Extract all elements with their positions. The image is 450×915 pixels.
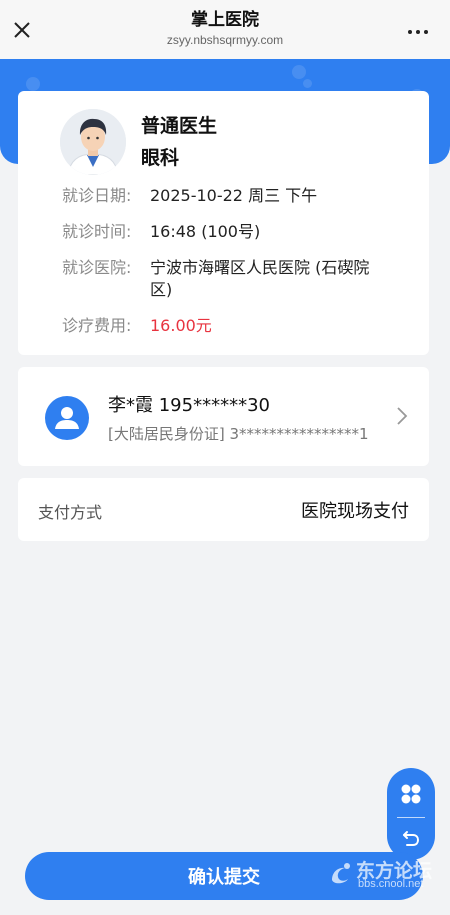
visit-hospital-row: 就诊医院: 宁波市海曙区人民医院 (石碶院区) — [62, 257, 390, 301]
payment-method-label: 支付方式 — [38, 503, 103, 522]
doctor-department: 眼科 — [141, 147, 180, 169]
appointment-card: 普通医生 眼科 就诊日期: 2025-10-22 周三 下午 就诊时间: 16:… — [18, 91, 429, 355]
patient-selector[interactable]: 李*霞 195******30 [大陆居民身份证] 3*************… — [18, 367, 429, 466]
return-icon[interactable] — [387, 820, 435, 856]
visit-hospital-value: 宁波市海曙区人民医院 (石碶院区) — [150, 258, 370, 299]
watermark-logo-icon — [332, 863, 350, 884]
page-title: 掌上医院 — [191, 10, 259, 30]
watermark-url: bbs.cnool.net — [358, 878, 424, 890]
visit-date-row: 就诊日期: 2025-10-22 周三 下午 — [62, 185, 390, 207]
payment-method-value: 医院现场支付 — [301, 501, 409, 522]
chevron-right-icon — [395, 405, 409, 427]
payment-method-row[interactable]: 支付方式 医院现场支付 — [18, 478, 429, 541]
visit-fee-value: 16.00元 — [150, 316, 212, 335]
doctor-name: 普通医生 — [141, 115, 218, 137]
apps-icon[interactable] — [387, 774, 435, 814]
visit-date-label: 就诊日期: — [62, 186, 132, 205]
doctor-avatar — [60, 109, 126, 175]
visit-fee-label: 诊疗费用: — [62, 316, 132, 335]
visit-time-label: 就诊时间: — [62, 222, 132, 241]
visit-fee-row: 诊疗费用: 16.00元 — [62, 315, 390, 337]
visit-date-value: 2025-10-22 周三 下午 — [150, 186, 318, 205]
visit-time-row: 就诊时间: 16:48 (100号) — [62, 221, 390, 243]
visit-hospital-label: 就诊医院: — [62, 258, 132, 277]
top-navigation-bar: 掌上医院 zsyy.nbshsqrmyy.com — [0, 0, 450, 59]
watermark: 东方论坛 bbs.cnool.net — [328, 856, 448, 890]
user-icon — [45, 396, 89, 440]
title-block: 掌上医院 zsyy.nbshsqrmyy.com — [0, 8, 450, 48]
patient-id-info: [大陆居民身份证] 3****************1 — [108, 425, 369, 443]
floating-toolbar-divider — [397, 817, 425, 818]
patient-name-phone: 李*霞 195******30 — [108, 395, 270, 416]
more-dots-icon[interactable] — [404, 18, 432, 46]
page-url: zsyy.nbshsqrmyy.com — [166, 33, 284, 47]
floating-toolbar — [387, 768, 435, 860]
visit-time-value: 16:48 (100号) — [150, 222, 261, 241]
